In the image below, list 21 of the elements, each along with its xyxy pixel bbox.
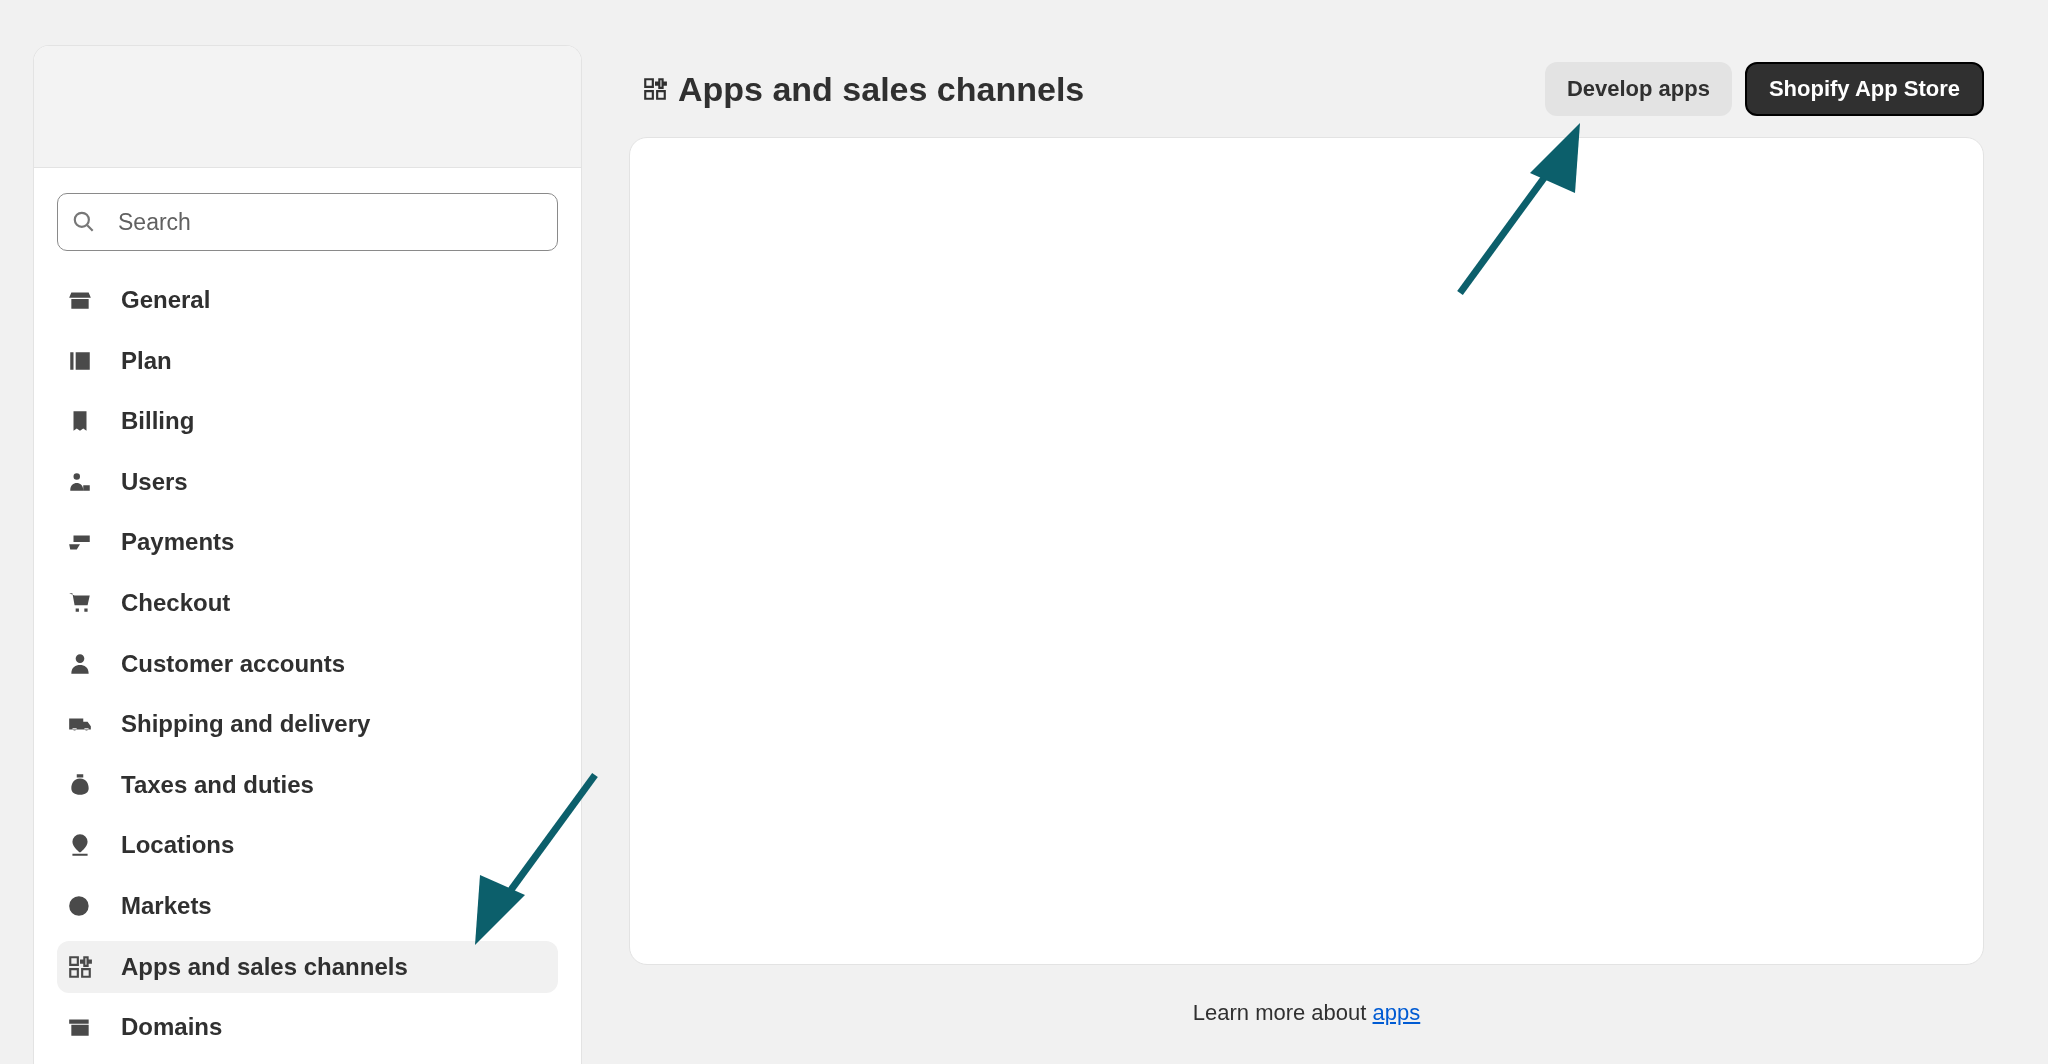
header-button[interactable]: Develop apps: [1544, 62, 1732, 116]
sidebar-item[interactable]: Billing: [57, 395, 558, 448]
header-button[interactable]: Shopify App Store: [1744, 62, 1984, 116]
sidebar-item[interactable]: Checkout: [57, 576, 558, 629]
footer-text: Learn more about apps: [1191, 1000, 1422, 1026]
sidebar-item[interactable]: Markets: [57, 879, 558, 932]
page-title-text: Apps and sales channels: [678, 69, 1085, 109]
sidebar-item[interactable]: Shipping and delivery: [57, 698, 558, 751]
apps-link[interactable]: apps: [1372, 1000, 1421, 1025]
sidebar-item[interactable]: Domains: [57, 1001, 558, 1054]
search-field[interactable]: Search: [57, 193, 558, 251]
apps-icon: [642, 76, 668, 102]
sidebar-item[interactable]: Taxes and duties: [57, 758, 558, 811]
sidebar-item[interactable]: Locations: [57, 819, 558, 872]
sidebar-item[interactable]: Customer accounts: [57, 637, 558, 690]
sidebar-item[interactable]: General: [57, 274, 558, 326]
nav-icon: [67, 953, 93, 980]
sidebar-item[interactable]: Apps and sales channels: [57, 940, 558, 993]
sidebar-item[interactable]: Users: [57, 455, 558, 508]
sidebar-item[interactable]: Plan: [57, 334, 558, 387]
sidebar-item[interactable]: Payments: [57, 516, 558, 569]
